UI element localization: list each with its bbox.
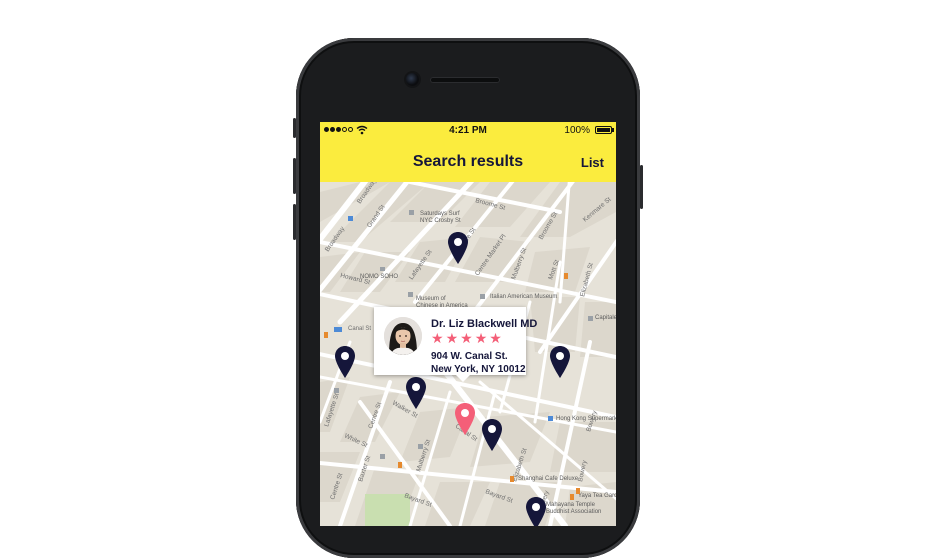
doctor-location-pin[interactable] (405, 376, 427, 410)
earpiece-speaker (430, 77, 500, 83)
doctor-location-pin[interactable] (525, 496, 547, 526)
map-view[interactable]: Broadway Broadway Grand St Centre St Cen… (320, 182, 616, 526)
battery-icon (595, 126, 612, 134)
doctor-avatar (384, 317, 422, 355)
svg-text:Canal St: Canal St (348, 326, 371, 332)
doctor-location-pin[interactable] (447, 231, 469, 265)
selected-location-pin[interactable] (454, 402, 476, 436)
phone-screen: 4:21 PM 100% Search results List Broadwa… (320, 122, 616, 526)
doctor-location-pin[interactable] (549, 345, 571, 379)
front-camera (406, 73, 419, 86)
doctor-name: Dr. Liz Blackwell MD (431, 318, 538, 330)
status-bar: 4:21 PM 100% (320, 122, 616, 140)
page-title: Search results (412, 153, 524, 170)
svg-text:Italian American Museum: Italian American Museum (490, 294, 557, 300)
svg-text:Capitale: Capitale (595, 315, 616, 321)
svg-text:Mahayana Temple: Mahayana Temple (546, 502, 596, 508)
svg-text:Yaya Tea Garden: Yaya Tea Garden (578, 493, 616, 499)
svg-text:NOMO SOHO: NOMO SOHO (360, 274, 398, 280)
rating-stars: ★ ★ ★ ★ ★ (431, 332, 502, 346)
svg-text:Saturdays Surf: Saturdays Surf (420, 211, 460, 217)
mute-switch (293, 118, 296, 138)
battery-percent: 100% (564, 125, 590, 136)
star-icon: ★ (431, 331, 444, 347)
svg-text:Hong Kong Supermarket: Hong Kong Supermarket (556, 416, 616, 422)
star-icon: ★ (460, 331, 473, 347)
svg-text:Shanghai Cafe Deluxe: Shanghai Cafe Deluxe (518, 476, 579, 482)
svg-text:NYC Crosby St: NYC Crosby St (420, 218, 461, 224)
volume-down-button (293, 204, 296, 240)
star-icon: ★ (445, 331, 459, 347)
svg-text:Museum of: Museum of (416, 296, 446, 302)
svg-text:Buddhist Association: Buddhist Association (546, 509, 601, 515)
address-line-2: New York, NY 10012 (431, 364, 526, 375)
doctor-info-card[interactable]: Dr. Liz Blackwell MD ★ ★ ★ ★ ★ 904 W. Ca… (374, 307, 537, 382)
battery-tip (612, 128, 614, 132)
star-icon: ★ (474, 331, 488, 347)
list-view-button[interactable]: List (581, 155, 604, 170)
power-button (640, 165, 643, 209)
doctor-location-pin[interactable] (481, 418, 503, 452)
volume-up-button (293, 158, 296, 194)
address-line-1: 904 W. Canal St. (431, 351, 508, 362)
navigation-bar: Search results List (320, 140, 616, 182)
doctor-location-pin[interactable] (334, 345, 356, 379)
star-icon: ★ (489, 331, 502, 347)
